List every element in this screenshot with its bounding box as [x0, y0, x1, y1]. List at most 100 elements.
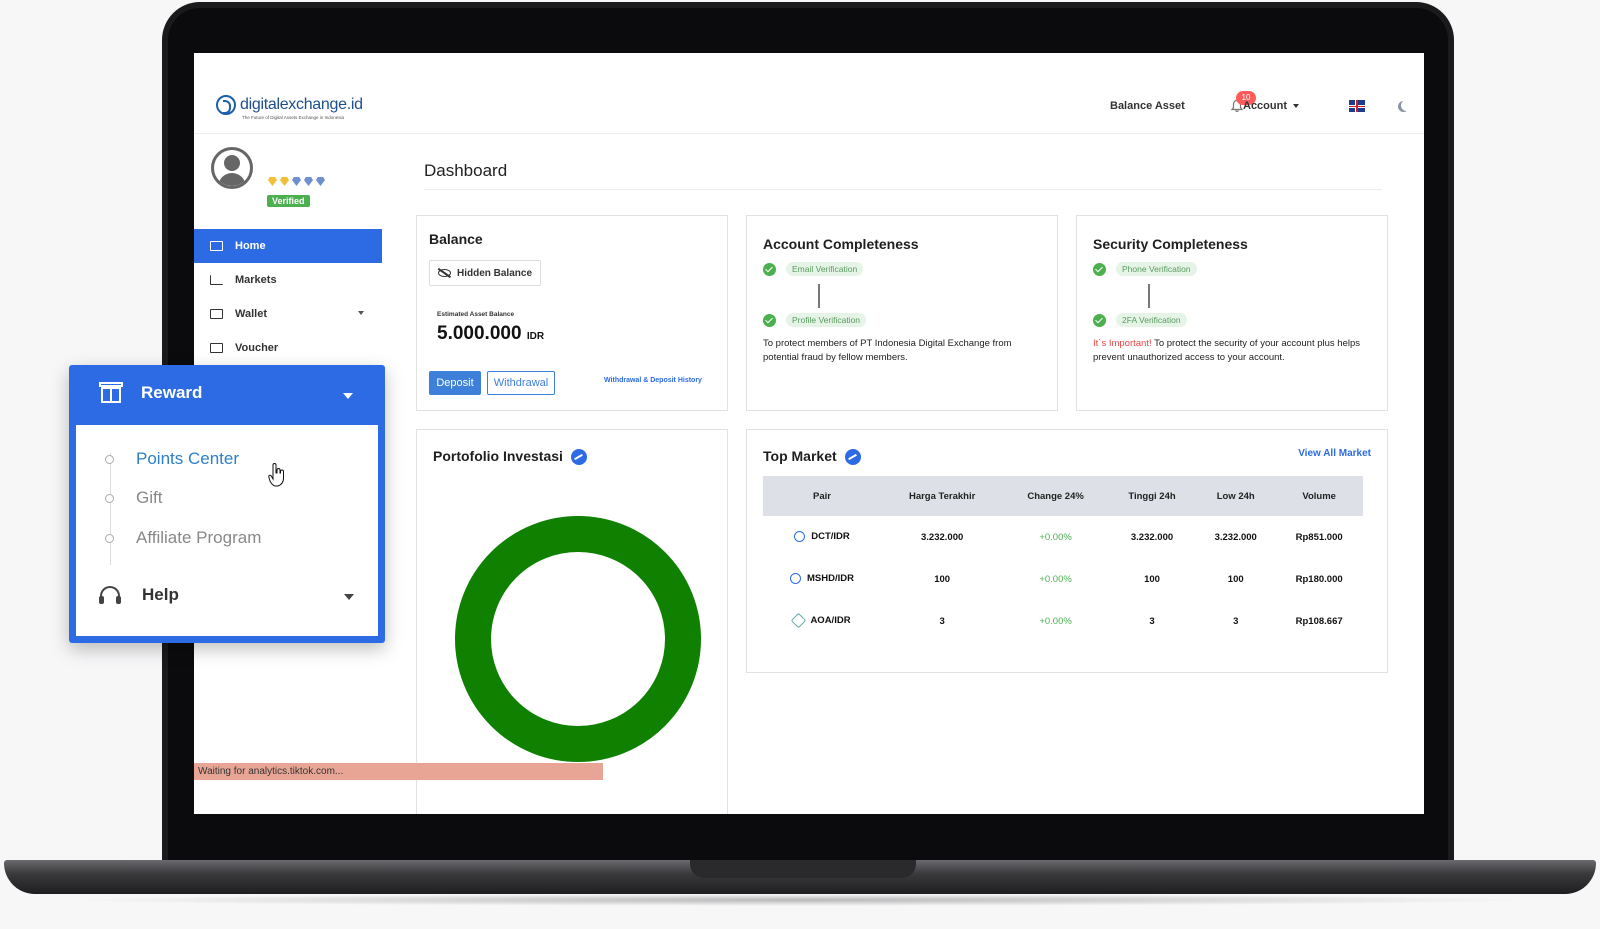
email-verification-step: Email Verification: [763, 262, 864, 276]
table-cell: +0.00%: [1039, 531, 1072, 543]
sidebar-item-label: Home: [235, 240, 266, 252]
step-connector: [1148, 284, 1150, 308]
bar-chart-icon: [210, 275, 223, 285]
important-warning: It`s Important!: [1093, 338, 1152, 349]
balance-card: Balance Hidden Balance Estimated Asset B…: [416, 215, 728, 411]
moon-icon[interactable]: [1401, 100, 1412, 111]
reward-menu-header[interactable]: Reward: [69, 365, 385, 425]
phone-verification-step: Phone Verification: [1093, 262, 1197, 276]
reward-title: Reward: [141, 383, 203, 402]
column-header[interactable]: Tinggi 24h: [1107, 476, 1197, 516]
pair-cell: AOA/IDR: [763, 600, 881, 642]
reward-menu-popup: Reward Points Center Gift Affiliate Prog…: [69, 365, 385, 643]
table-cell: 100: [1227, 573, 1244, 585]
gem-icon: [292, 177, 301, 186]
sidebar-item-voucher[interactable]: Voucher: [194, 331, 382, 365]
top-market-title: Top Market: [763, 448, 861, 466]
step-label: Phone Verification: [1116, 262, 1197, 276]
2fa-verification-step: 2FA Verification: [1093, 313, 1187, 327]
account-completeness-desc: To protect members of PT Indonesia Digit…: [763, 338, 1012, 363]
reward-submenu: Points Center Gift Affiliate Program Hel…: [76, 425, 378, 636]
sidebar-item-home[interactable]: Home: [194, 229, 382, 263]
laptop-icon: [210, 241, 223, 251]
submenu-item-points-center[interactable]: Points Center: [105, 449, 239, 469]
laptop-shadow: [60, 894, 1540, 906]
submenu-label: Gift: [136, 488, 163, 507]
submenu-item-affiliate-program[interactable]: Affiliate Program: [105, 528, 261, 548]
check-circle-icon: [763, 313, 776, 327]
table-cell: 3.232.000: [921, 531, 964, 543]
trend-icon: [844, 449, 861, 466]
column-header[interactable]: Pair: [763, 476, 882, 516]
table-cell: 3.232.000: [1214, 531, 1257, 543]
avatar[interactable]: [211, 147, 253, 189]
column-header[interactable]: Change 24%: [1003, 476, 1108, 516]
sidebar-item-label: Markets: [235, 274, 277, 286]
deposit-button[interactable]: Deposit: [429, 371, 481, 395]
table-cell: 3: [1233, 615, 1239, 627]
pair-label: AOA/IDR: [810, 615, 851, 627]
withdrawal-button[interactable]: Withdrawal: [487, 371, 555, 395]
table-row[interactable]: AOA/IDR 3 +0.00% 3 3 Rp108.667: [763, 600, 1363, 642]
chevron-down-icon: [343, 393, 353, 399]
view-all-market-link[interactable]: View All Market: [1298, 448, 1371, 459]
portfolio-card: Portofolio Investasi: [416, 429, 728, 814]
table-row[interactable]: DCT/IDR 3.232.000 +0.00% 3.232.000 3.232…: [763, 516, 1363, 558]
estimated-balance-label: Estimated Asset Balance: [437, 311, 515, 318]
step-label: Profile Verification: [786, 313, 867, 327]
check-circle-icon: [763, 262, 776, 276]
uk-flag-icon[interactable]: [1349, 100, 1365, 112]
hand-cursor-icon: [268, 463, 284, 487]
hidden-balance-label: Hidden Balance: [456, 267, 533, 279]
aoa-coin-icon: [791, 613, 807, 629]
circle-icon: [105, 493, 114, 503]
sidebar-item-label: Voucher: [235, 342, 279, 354]
profile-verification-step: Profile Verification: [763, 313, 867, 327]
portfolio-title-text: Portofolio Investasi: [433, 448, 563, 464]
table-row[interactable]: MSHD/IDR 100 +0.00% 100 100 Rp180.000: [763, 558, 1363, 600]
column-header[interactable]: Low 24h: [1196, 476, 1276, 516]
gift-icon: [99, 382, 123, 403]
chevron-down-icon: [358, 311, 364, 315]
portfolio-donut-chart: [455, 516, 701, 762]
hidden-balance-button[interactable]: Hidden Balance: [429, 260, 541, 286]
table-cell: +0.00%: [1039, 615, 1072, 627]
balance-value: 5.000.000: [437, 323, 522, 344]
history-link[interactable]: Withdrawal & Deposit History: [604, 377, 702, 384]
step-label: 2FA Verification: [1116, 313, 1187, 327]
account-completeness-title: Account Completeness: [763, 236, 919, 252]
column-header[interactable]: Volume: [1275, 476, 1363, 516]
page-title: Dashboard: [424, 161, 508, 180]
logo-text: digitalexchange.id: [240, 96, 363, 113]
headset-icon: [99, 586, 121, 604]
pair-cell: MSHD/IDR: [763, 558, 881, 600]
top-market-card: Top Market View All Market Pair Harga Te…: [746, 429, 1388, 673]
top-navbar: digitalexchange.id The Future of Digital…: [194, 53, 1424, 134]
account-menu[interactable]: Account: [1243, 100, 1300, 112]
sidebar-item-wallet[interactable]: Wallet: [194, 297, 382, 331]
table-cell: +0.00%: [1039, 573, 1072, 585]
account-completeness-card: Account Completeness Email Verification …: [746, 215, 1058, 411]
table-cell: 100: [934, 573, 951, 585]
logo[interactable]: digitalexchange.id: [216, 95, 363, 115]
sidebar-item-markets[interactable]: Markets: [194, 263, 382, 297]
security-completeness-title: Security Completeness: [1093, 236, 1248, 252]
security-completeness-desc: It`s Important! To protect the security …: [1093, 337, 1363, 365]
chevron-down-icon: [344, 594, 354, 600]
top-market-table: Pair Harga Terakhir Change 24% Tinggi 24…: [763, 476, 1363, 642]
balance-currency: IDR: [526, 331, 545, 342]
help-label: Help: [142, 585, 179, 604]
table-cell: 3: [939, 615, 945, 627]
top-market-title-text: Top Market: [763, 448, 837, 464]
check-circle-icon: [1093, 262, 1106, 276]
mshd-coin-icon: [790, 573, 802, 585]
help-menu-item[interactable]: Help: [99, 585, 179, 605]
logo-tagline: The Future of Digital Assets Exchange in…: [242, 115, 345, 120]
balance-asset-link[interactable]: Balance Asset: [1110, 100, 1185, 112]
sidebar-item-label: Wallet: [235, 308, 267, 320]
portfolio-title: Portofolio Investasi: [433, 448, 587, 466]
column-header[interactable]: Harga Terakhir: [881, 476, 1004, 516]
gem-icon: [280, 177, 289, 186]
submenu-label: Affiliate Program: [136, 528, 262, 547]
submenu-item-gift[interactable]: Gift: [105, 488, 162, 508]
